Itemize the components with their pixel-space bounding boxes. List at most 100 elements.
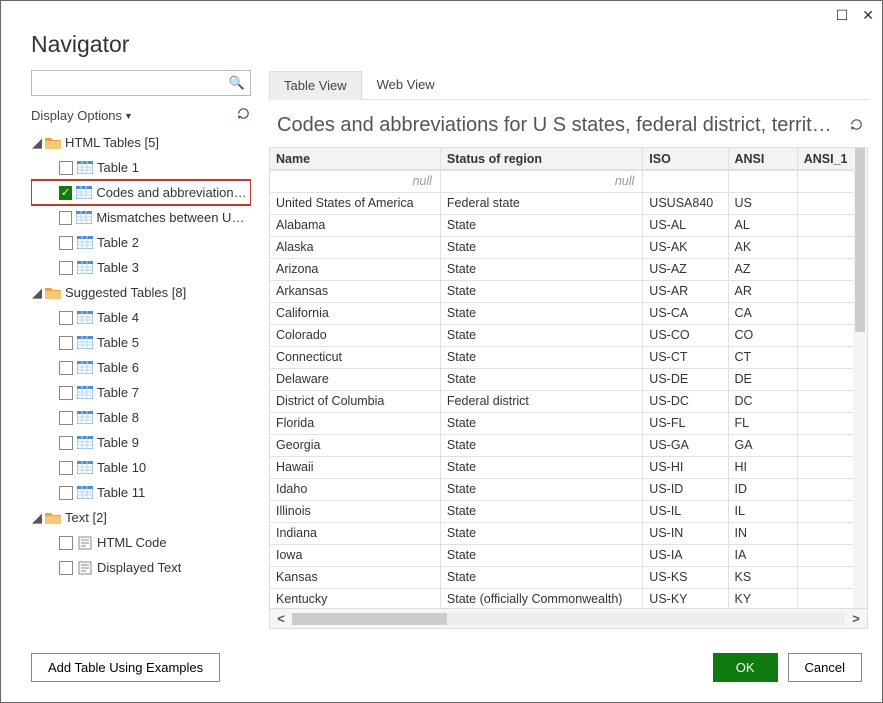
collapse-icon[interactable]: ◢ <box>31 135 43 151</box>
checkbox[interactable] <box>59 461 73 475</box>
checkbox[interactable] <box>59 236 73 250</box>
tree-item-label: Codes and abbreviations f... <box>96 185 249 200</box>
table-row[interactable]: ArizonaStateUS-AZAZ <box>270 258 867 280</box>
tree-item[interactable]: Table 1 <box>31 155 251 180</box>
search-icon[interactable]: 🔍 <box>229 75 245 91</box>
table-cell <box>643 170 728 192</box>
maximize-icon[interactable]: ☐ <box>836 8 849 22</box>
tree-folder[interactable]: ◢Suggested Tables [8] <box>31 280 251 305</box>
tree-item[interactable]: Table 10 <box>31 455 251 480</box>
horizontal-scrollbar[interactable]: < > <box>270 608 867 628</box>
scroll-left-icon[interactable]: < <box>270 611 292 626</box>
table-icon <box>76 186 92 199</box>
table-row[interactable]: IllinoisStateUS-ILIL <box>270 500 867 522</box>
checkbox[interactable] <box>59 486 73 500</box>
table-row[interactable]: ArkansasStateUS-ARAR <box>270 280 867 302</box>
close-icon[interactable]: ✕ <box>862 8 874 22</box>
table-row[interactable]: CaliforniaStateUS-CACA <box>270 302 867 324</box>
display-options-menu[interactable]: Display Options▼ <box>31 108 133 123</box>
table-row[interactable]: KansasStateUS-KSKS <box>270 566 867 588</box>
table-icon <box>77 486 93 499</box>
table-row[interactable]: District of ColumbiaFederal districtUS-D… <box>270 390 867 412</box>
table-row[interactable]: IdahoStateUS-IDID <box>270 478 867 500</box>
checkbox[interactable] <box>59 311 73 325</box>
checkbox[interactable] <box>59 561 73 575</box>
checkbox[interactable] <box>59 261 73 275</box>
table-cell: FL <box>728 412 797 434</box>
tab-table-view[interactable]: Table View <box>269 71 362 100</box>
tree-folder[interactable]: ◢Text [2] <box>31 505 251 530</box>
column-header[interactable]: ANSI <box>728 148 797 170</box>
table-cell: AK <box>728 236 797 258</box>
table-row[interactable]: AlabamaStateUS-ALAL <box>270 214 867 236</box>
table-cell: State (officially Commonwealth) <box>440 588 642 608</box>
tree-item[interactable]: HTML Code <box>31 530 251 555</box>
tree-item[interactable]: Table 4 <box>31 305 251 330</box>
table-row[interactable]: IndianaStateUS-ININ <box>270 522 867 544</box>
text-icon <box>77 536 93 550</box>
table-row[interactable]: GeorgiaStateUS-GAGA <box>270 434 867 456</box>
tree-item[interactable]: Table 8 <box>31 405 251 430</box>
checkbox[interactable] <box>59 211 72 225</box>
scroll-right-icon[interactable]: > <box>845 611 867 626</box>
search-input[interactable] <box>31 70 251 96</box>
table-cell: State <box>440 236 642 258</box>
tree-item[interactable]: Table 7 <box>31 380 251 405</box>
collapse-icon[interactable]: ◢ <box>31 285 43 301</box>
checkbox[interactable] <box>59 436 73 450</box>
checkbox[interactable] <box>59 386 73 400</box>
tree-item[interactable]: Table 6 <box>31 355 251 380</box>
checkbox[interactable] <box>59 361 73 375</box>
tree-item[interactable]: Table 9 <box>31 430 251 455</box>
table-row[interactable]: AlaskaStateUS-AKAK <box>270 236 867 258</box>
tree-item[interactable]: Table 11 <box>31 480 251 505</box>
table-cell: Iowa <box>270 544 440 566</box>
ok-button[interactable]: OK <box>713 653 778 682</box>
tab-web-view[interactable]: Web View <box>362 70 450 99</box>
column-header[interactable]: ISO <box>643 148 728 170</box>
table-row[interactable]: FloridaStateUS-FLFL <box>270 412 867 434</box>
refresh-icon[interactable] <box>236 106 251 124</box>
tree-item[interactable]: Table 3 <box>31 255 251 280</box>
checkbox[interactable] <box>59 536 73 550</box>
tree-item-label: Table 2 <box>97 235 139 250</box>
table-row[interactable]: ColoradoStateUS-COCO <box>270 324 867 346</box>
tree-item[interactable]: Table 5 <box>31 330 251 355</box>
search-box[interactable]: 🔍 <box>31 70 251 96</box>
folder-icon <box>45 511 61 525</box>
checkbox[interactable] <box>59 161 73 175</box>
table-icon <box>77 236 93 249</box>
table-row[interactable]: IowaStateUS-IAIA <box>270 544 867 566</box>
table-cell: USUSA840 <box>643 192 728 214</box>
checkbox[interactable]: ✓ <box>59 186 72 200</box>
tree-item[interactable]: ✓ Codes and abbreviations f... <box>31 180 251 205</box>
table-cell: ID <box>728 478 797 500</box>
tree-item[interactable]: Mismatches between USP... <box>31 205 251 230</box>
collapse-icon[interactable]: ◢ <box>31 510 43 526</box>
table-cell: US-KS <box>643 566 728 588</box>
table-cell: US-IA <box>643 544 728 566</box>
tree-item-label: Table 6 <box>97 360 139 375</box>
tree-item[interactable]: Displayed Text <box>31 555 251 580</box>
tree-item[interactable]: Table 2 <box>31 230 251 255</box>
table-row[interactable]: ConnecticutStateUS-CTCT <box>270 346 867 368</box>
table-cell: US-AZ <box>643 258 728 280</box>
table-row[interactable]: United States of AmericaFederal stateUSU… <box>270 192 867 214</box>
checkbox[interactable] <box>59 336 73 350</box>
cancel-button[interactable]: Cancel <box>788 653 862 682</box>
column-header[interactable]: Name <box>270 148 440 170</box>
add-table-using-examples-button[interactable]: Add Table Using Examples <box>31 653 220 682</box>
table-row[interactable]: KentuckyState (officially Commonwealth)U… <box>270 588 867 608</box>
table-icon <box>77 361 93 374</box>
preview-refresh-icon[interactable] <box>849 117 864 135</box>
table-row[interactable]: DelawareStateUS-DEDE <box>270 368 867 390</box>
vertical-scrollbar[interactable] <box>853 148 867 608</box>
nav-tree[interactable]: ◢HTML Tables [5]Table 1 ✓ Codes and abbrev… <box>31 130 251 629</box>
table-cell: IL <box>728 500 797 522</box>
tree-folder[interactable]: ◢HTML Tables [5] <box>31 130 251 155</box>
table-cell: IA <box>728 544 797 566</box>
checkbox[interactable] <box>59 411 73 425</box>
column-header[interactable]: Status of region <box>440 148 642 170</box>
table-row[interactable]: HawaiiStateUS-HIHI <box>270 456 867 478</box>
table-icon <box>77 461 93 474</box>
